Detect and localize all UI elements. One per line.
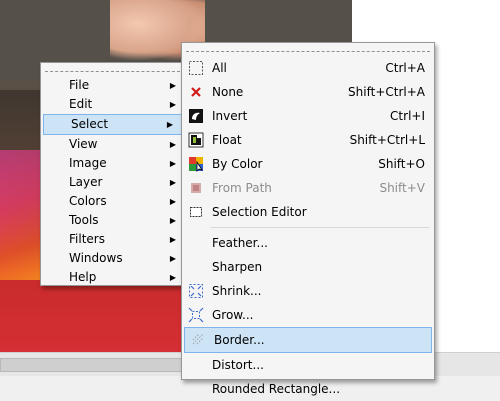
- tearoff-line[interactable]: [186, 43, 430, 52]
- menu-item-label: Invert: [212, 109, 248, 123]
- menu-item-label: By Color: [212, 157, 263, 171]
- border-icon: [192, 333, 204, 345]
- menu-item-label: Distort...: [212, 358, 264, 372]
- tearoff-line[interactable]: [45, 63, 180, 72]
- menu-item-select[interactable]: Select ▶: [43, 114, 182, 135]
- menu-item-windows[interactable]: Windows ▶: [41, 249, 184, 268]
- menu-item-label: From Path: [212, 181, 272, 195]
- menu-item-label: None: [212, 85, 244, 99]
- menu-item-shortcut: Shift+V: [379, 181, 425, 195]
- menu-item-tools[interactable]: Tools ▶: [41, 211, 184, 230]
- menu-item-label: Grow...: [212, 308, 254, 322]
- menu-item-feather[interactable]: Feather...: [182, 231, 434, 255]
- invert-icon: [189, 109, 203, 123]
- select-submenu: All Ctrl+A None Shift+Ctrl+A Invert Ctrl…: [181, 42, 435, 396]
- menu-item-file[interactable]: File ▶: [41, 76, 184, 95]
- menu-item-label: Image: [69, 156, 107, 170]
- shrink-icon: [189, 284, 203, 298]
- submenu-arrow-icon: ▶: [169, 235, 176, 244]
- menu-item-layer[interactable]: Layer ▶: [41, 173, 184, 192]
- select-none-icon: [191, 87, 201, 97]
- menu-item-shortcut: Shift+Ctrl+A: [348, 85, 425, 99]
- submenu-arrow-icon: ▶: [169, 216, 176, 225]
- menu-item-label: Layer: [69, 175, 103, 189]
- menu-item-image[interactable]: Image ▶: [41, 154, 184, 173]
- menu-item-label: Selection Editor: [212, 205, 307, 219]
- menu-item-distort[interactable]: Distort...: [182, 353, 434, 377]
- menu-item-label: Border...: [214, 333, 265, 347]
- menu-item-selection-editor[interactable]: Selection Editor: [182, 200, 434, 224]
- menu-item-shortcut: Ctrl+I: [390, 109, 425, 123]
- select-all-icon: [189, 61, 203, 75]
- menu-item-label: All: [212, 61, 227, 75]
- menu-item-by-color[interactable]: By Color Shift+O: [182, 152, 434, 176]
- menu-item-grow[interactable]: Grow...: [182, 303, 434, 327]
- menu-item-label: Colors: [69, 194, 107, 208]
- submenu-arrow-icon: ▶: [169, 273, 176, 282]
- menu-item-label: View: [69, 137, 98, 151]
- menu-separator: [210, 227, 430, 228]
- menu-item-shrink[interactable]: Shrink...: [182, 279, 434, 303]
- menu-item-label: Filters: [69, 232, 105, 246]
- menu-item-label: File: [69, 78, 90, 92]
- menu-item-help[interactable]: Help ▶: [41, 268, 184, 287]
- menu-item-sharpen[interactable]: Sharpen: [182, 255, 434, 279]
- by-color-icon: [189, 157, 203, 172]
- menu-item-edit[interactable]: Edit ▶: [41, 95, 184, 114]
- menu-item-view[interactable]: View ▶: [41, 135, 184, 154]
- menu-item-shortcut: Shift+O: [378, 157, 425, 171]
- menu-item-label: Feather...: [212, 236, 268, 250]
- selection-editor-icon: [190, 207, 202, 217]
- menu-item-label: Shrink...: [212, 284, 262, 298]
- menu-item-label: Float: [212, 133, 242, 147]
- menu-item-shortcut: Ctrl+A: [385, 61, 425, 75]
- submenu-arrow-icon: ▶: [169, 159, 176, 168]
- menu-item-select-none[interactable]: None Shift+Ctrl+A: [182, 80, 434, 104]
- float-icon: [188, 132, 204, 148]
- submenu-arrow-icon: ▶: [169, 178, 176, 187]
- menu-item-colors[interactable]: Colors ▶: [41, 192, 184, 211]
- menu-item-label: Select: [71, 117, 109, 131]
- menu-item-from-path: From Path Shift+V: [182, 176, 434, 200]
- menu-item-label: Rounded Rectangle...: [212, 382, 341, 396]
- menu-item-label: Windows: [69, 251, 123, 265]
- menu-item-filters[interactable]: Filters ▶: [41, 230, 184, 249]
- from-path-icon: [191, 183, 201, 193]
- grow-icon: [188, 307, 204, 323]
- submenu-arrow-icon: ▶: [169, 81, 176, 90]
- menu-item-border[interactable]: Border...: [184, 327, 432, 353]
- menu-item-select-all[interactable]: All Ctrl+A: [182, 56, 434, 80]
- submenu-arrow-icon: ▶: [169, 254, 176, 263]
- menu-item-rounded-rectangle[interactable]: Rounded Rectangle...: [182, 377, 434, 401]
- submenu-arrow-icon: ▶: [169, 140, 176, 149]
- menu-item-shortcut: Shift+Ctrl+L: [349, 133, 425, 147]
- menu-item-label: Sharpen: [212, 260, 263, 274]
- menu-item-label: Help: [69, 270, 97, 284]
- submenu-arrow-icon: ▶: [169, 197, 176, 206]
- menu-item-label: Edit: [69, 97, 93, 111]
- menu-item-float[interactable]: Float Shift+Ctrl+L: [182, 128, 434, 152]
- submenu-arrow-icon: ▶: [166, 120, 173, 129]
- submenu-arrow-icon: ▶: [169, 100, 176, 109]
- image-context-menu: File ▶ Edit ▶ Select ▶ View ▶ Image ▶ Layer ▶ …: [40, 62, 185, 286]
- menu-item-invert[interactable]: Invert Ctrl+I: [182, 104, 434, 128]
- menu-item-label: Tools: [69, 213, 99, 227]
